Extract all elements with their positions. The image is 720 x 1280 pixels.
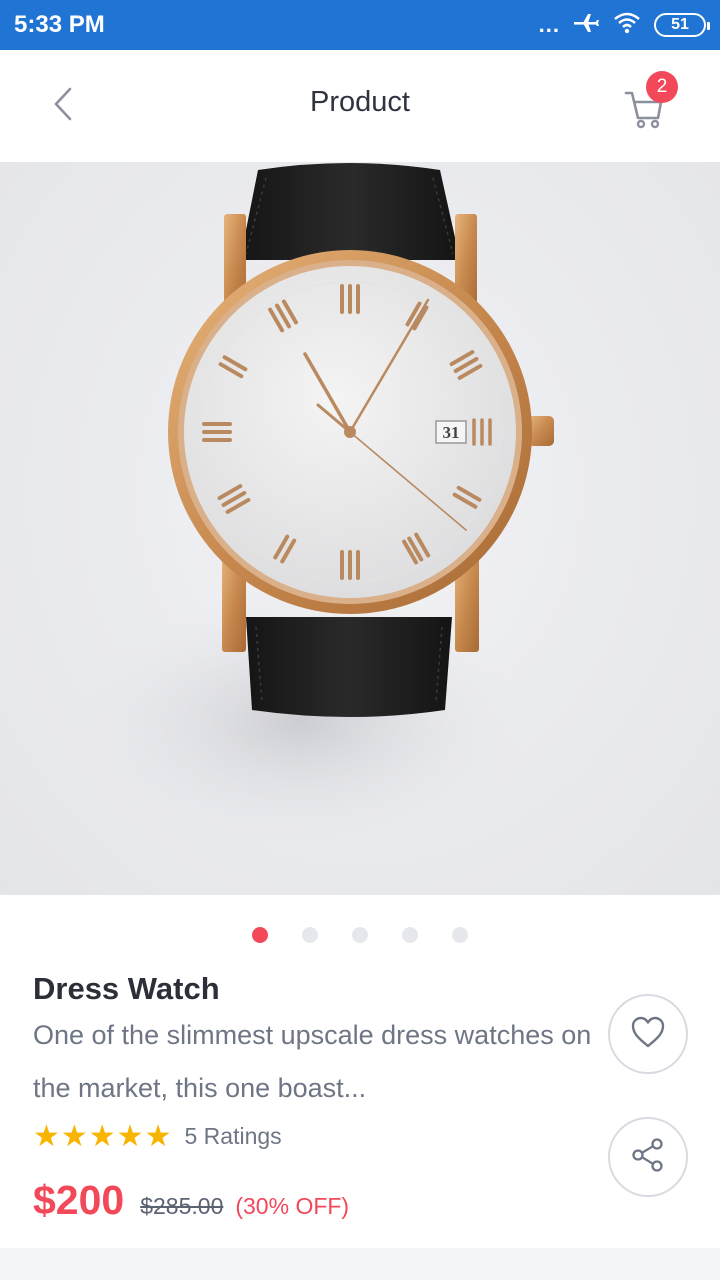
status-dots: ... xyxy=(538,12,560,37)
pagination-dot-5[interactable] xyxy=(452,927,468,943)
product-rating: ★★★★★ 5 Ratings xyxy=(33,1119,282,1154)
product-image: 31 xyxy=(70,163,554,852)
rating-stars: ★★★★★ xyxy=(33,1120,173,1153)
product-image-gallery[interactable]: 31 xyxy=(0,162,720,895)
favorite-button[interactable] xyxy=(608,994,688,1074)
cart-icon xyxy=(612,91,672,140)
discount-label: (30% OFF) xyxy=(235,1193,350,1219)
product-screen: 5:33 PM ... 51 Product 2 31 Dress Watch … xyxy=(0,0,720,1280)
pagination-dot-4[interactable] xyxy=(402,927,418,943)
app-header: Product xyxy=(0,50,720,162)
cart-count-badge: 2 xyxy=(646,71,678,103)
status-time: 5:33 PM xyxy=(14,11,105,38)
product-info-panel: Dress Watch One of the slimmest upscale … xyxy=(0,895,720,1248)
date-window-text: 31 xyxy=(443,423,460,442)
original-price: $285.00 xyxy=(140,1193,224,1219)
battery-indicator: 51 xyxy=(654,13,710,37)
gallery-pagination xyxy=(0,927,720,943)
heart-icon xyxy=(630,1015,666,1054)
current-price: $200 xyxy=(33,1177,125,1223)
product-name: Dress Watch xyxy=(33,971,220,1006)
share-button[interactable] xyxy=(608,1117,688,1197)
price-row: $200 $285.00 (30% OFF) xyxy=(33,1177,349,1224)
status-bar: 5:33 PM ... 51 xyxy=(0,0,720,50)
ratings-count: 5 Ratings xyxy=(184,1123,282,1149)
pagination-dot-3[interactable] xyxy=(352,927,368,943)
status-indicators: ... 51 xyxy=(538,11,710,40)
airplane-icon xyxy=(572,11,600,40)
pagination-dot-1[interactable] xyxy=(252,927,268,943)
product-description: One of the slimmest upscale dress watche… xyxy=(33,1020,592,1103)
wifi-icon xyxy=(612,11,642,40)
share-icon xyxy=(631,1137,665,1178)
pagination-dot-2[interactable] xyxy=(302,927,318,943)
